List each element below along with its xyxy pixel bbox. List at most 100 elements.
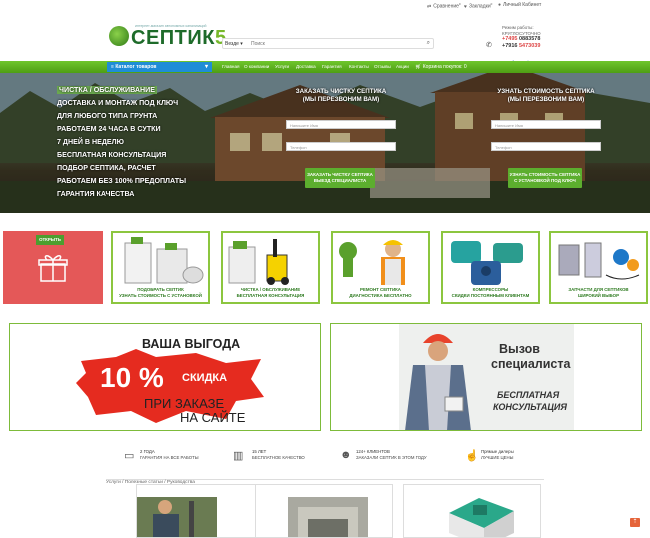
hero-feature: РАБОТАЕМ БЕЗ 100% ПРЕДОПЛАТЫ bbox=[57, 177, 187, 185]
specialist-title-1: Вызов bbox=[499, 342, 540, 356]
compare-count: 0 bbox=[458, 2, 461, 6]
search-input[interactable] bbox=[251, 40, 421, 48]
category-label: ЧИСТКА / ОБСЛУЖИВАНИЕ БЕСПЛАТНАЯ КОНСУЛЬТ… bbox=[236, 287, 305, 298]
search-bar: Везде ▾ ⌕ bbox=[222, 38, 434, 49]
order-cleaning-button[interactable]: ЗАКАЗАТЬ ЧИСТКУ СЕПТИКА ВЫЕЗД СПЕЦИАЛИСТА bbox=[305, 168, 375, 188]
nav-item-delivery[interactable]: Доставка bbox=[296, 64, 316, 69]
top-bar: ⇄ Сравнение0 ♥ Закладки0 ● Личный Кабинет bbox=[0, 0, 650, 11]
promo-line-1: ПРИ ЗАКАЗЕ bbox=[144, 396, 225, 411]
spare-parts-image bbox=[558, 242, 640, 280]
nav-item-contacts[interactable]: Контакты bbox=[349, 64, 369, 69]
specialist-sub-1: БЕСПЛАТНАЯ bbox=[497, 390, 560, 400]
compressors-image bbox=[451, 241, 523, 285]
cart-link[interactable]: 🛒︎ Корзина покупок: 0 bbox=[415, 62, 495, 72]
get-price-button[interactable]: УЗНАТЬ СТОИМОСТЬ СЕПТИКА С УСТАНОВКОЙ ПОД… bbox=[508, 168, 582, 188]
hero-feature: ПОДБОР СЕПТИКА, РАСЧЕТ bbox=[57, 164, 156, 172]
specialist-title-2: специалиста bbox=[491, 357, 571, 371]
account-link[interactable]: ● Личный Кабинет bbox=[498, 2, 541, 8]
form-subtitle: (МЫ ПЕРЕЗВОНИМ ВАМ) bbox=[507, 96, 585, 103]
discount-banner[interactable]: ВАША ВЫГОДА 10 % СКИДКА ПРИ ЗАКАЗЕ НА СА… bbox=[9, 323, 321, 431]
search-icon[interactable]: ⌕ bbox=[427, 40, 430, 47]
catalog-button[interactable]: ≡ Каталог товаров ▾ bbox=[107, 62, 212, 72]
repairman-image bbox=[339, 240, 405, 285]
globe-icon bbox=[109, 26, 129, 46]
specialist-photo bbox=[405, 334, 471, 430]
category-label: КОМПРЕССОРЫ СКИДКИ ПОСТОЯННЫМ КЛИЕНТАМ bbox=[451, 287, 530, 298]
category-tile-spare-parts[interactable]: ЗАПЧАСТИ ДЛЯ СЕПТИКОВ ШИРОКИЙ ВЫБОР bbox=[549, 231, 648, 304]
category-tile-repair[interactable]: РЕМОНТ СЕПТИКА ДИАГНОСТИКА БЕСПЛАТНО bbox=[331, 231, 430, 304]
article-image bbox=[137, 497, 217, 537]
handshake-icon: ☝ bbox=[465, 450, 479, 462]
article-card[interactable] bbox=[255, 484, 393, 538]
cleaning-order-form: ЗАКАЗАТЬ ЧИСТКУ СЕПТИКА (МЫ ПЕРЕЗВОНИМ В… bbox=[262, 75, 420, 195]
pressure-washer-image bbox=[228, 239, 289, 285]
people-icon: ☻ bbox=[340, 449, 352, 461]
cart-icon: 🛒︎ bbox=[415, 64, 423, 70]
stat-item: 15 ЛЕТ БЕСПЛАТНОЕ КАЧЕСТВО bbox=[252, 449, 305, 460]
heart-icon: ♥ bbox=[464, 3, 467, 10]
open-gift-button[interactable]: ОТКРЫТЬ bbox=[36, 235, 64, 245]
logo-wordmark: СЕПТИК5 bbox=[131, 27, 227, 49]
price-request-form: УЗНАТЬ СТОИМОСТЬ СЕПТИКА (МЫ ПЕРЕЗВОНИМ … bbox=[467, 75, 625, 195]
category-label: ЗАПЧАСТИ ДЛЯ СЕПТИКОВ ШИРОКИЙ ВЫБОР bbox=[568, 287, 629, 298]
truck-icon: ▭ bbox=[124, 450, 135, 462]
discount-percent: 10 % bbox=[100, 362, 164, 393]
favorites-count: 0 bbox=[490, 2, 493, 6]
stat-item: Прямые дилеры ЛУЧШИЕ ЦЕНЫ bbox=[481, 449, 514, 460]
hero-feature: ДЛЯ ЛЮБОГО ТИПА ГРУНТА bbox=[57, 112, 158, 120]
stat-item: 124+ КЛИЕНТОВ ЗАКАЗАЛИ СЕПТИК В ЭТОМ ГОДУ bbox=[356, 449, 427, 460]
nav-item-promotions[interactable]: Акции bbox=[396, 64, 409, 69]
logo[interactable]: интернет-магазин автономных канализаций … bbox=[109, 24, 226, 52]
stat-item: 2 ГОДА ГАРАНТИЯ НА ВСЕ РАБОТЫ bbox=[140, 449, 199, 460]
article-image bbox=[449, 498, 514, 537]
category-label: ПОДОБРАТЬ СЕПТИК УЗНАТЬ СТОИМОСТЬ С УСТАН… bbox=[119, 287, 202, 298]
article-card[interactable] bbox=[136, 484, 274, 538]
hero-feature: ДОСТАВКА И МОНТАЖ ПОД КЛЮЧ bbox=[57, 99, 179, 107]
nav-item-warranty[interactable]: Гарантия bbox=[322, 64, 342, 69]
nav-item-about[interactable]: О компании bbox=[244, 64, 269, 69]
septic-tank-image bbox=[124, 237, 204, 284]
stats-row: ▭ 2 ГОДА ГАРАНТИЯ НА ВСЕ РАБОТЫ ▥ 15 ЛЕТ Б… bbox=[0, 445, 650, 469]
name-field[interactable]: Напишите Имя bbox=[491, 120, 601, 129]
category-tile-septic[interactable]: ПОДОБРАТЬ СЕПТИК УЗНАТЬ СТОИМОСТЬ С УСТАН… bbox=[111, 231, 210, 304]
chevron-down-icon: ▾ bbox=[204, 64, 208, 70]
main-nav: ≡ Каталог товаров ▾ Главная О компании У… bbox=[0, 61, 650, 73]
nav-item-services[interactable]: Услуги bbox=[275, 64, 289, 69]
specialist-sub-2: КОНСУЛЬТАЦИЯ bbox=[493, 402, 567, 412]
category-label: РЕМОНТ СЕПТИКА ДИАГНОСТИКА БЕСПЛАТНО bbox=[349, 287, 412, 298]
search-scope-select[interactable]: Везде ▾ bbox=[225, 41, 243, 47]
category-tile-cleaning[interactable]: ЧИСТКА / ОБСЛУЖИВАНИЕ БЕСПЛАТНАЯ КОНСУЛЬТ… bbox=[221, 231, 320, 304]
phone-field[interactable]: Телефон bbox=[286, 142, 396, 151]
scroll-to-top-button[interactable]: ⇡ bbox=[630, 518, 640, 527]
content-tabs: Услуги / Полезные статьи / Руководства bbox=[106, 470, 544, 485]
hero-feature: БЕСПЛАТНАЯ КОНСУЛЬТАЦИЯ bbox=[57, 151, 167, 159]
article-card[interactable] bbox=[403, 484, 541, 538]
hero-feature: 7 ДНЕЙ В НЕДЕЛЮ bbox=[57, 138, 124, 146]
form-subtitle: (МЫ ПЕРЕЗВОНИМ ВАМ) bbox=[302, 96, 380, 103]
discount-label: СКИДКА bbox=[182, 372, 228, 384]
specialist-banner[interactable]: Вызов специалиста БЕСПЛАТНАЯ КОНСУЛЬТАЦИ… bbox=[330, 323, 642, 431]
hero-feature: РАБОТАЕМ 24 ЧАСА В СУТКИ bbox=[57, 125, 161, 133]
phone-number-2[interactable]: +7916 5473039 bbox=[502, 43, 541, 50]
article-image bbox=[288, 497, 368, 537]
form-title: УЗНАТЬ СТОИМОСТЬ СЕПТИКА bbox=[497, 88, 595, 95]
hero-banner: ЧИСТКА / ОБСЛУЖИВАНИЕ ДОСТАВКА И МОНТАЖ … bbox=[0, 73, 650, 213]
user-icon: ● bbox=[498, 2, 502, 8]
name-field[interactable]: Напишите Имя bbox=[286, 120, 396, 129]
phone-number-1[interactable]: +7495 0883578 bbox=[502, 36, 541, 43]
nav-item-home[interactable]: Главная bbox=[222, 64, 239, 69]
category-tile-compressors[interactable]: КОМПРЕССОРЫ СКИДКИ ПОСТОЯННЫМ КЛИЕНТАМ bbox=[441, 231, 540, 304]
nav-item-reviews[interactable]: Отзывы bbox=[374, 64, 391, 69]
header: интернет-магазин автономных канализаций … bbox=[0, 11, 650, 65]
promo-line-2: НА САЙТЕ bbox=[180, 410, 246, 425]
arrow-up-icon: ⇡ bbox=[632, 519, 638, 525]
compare-link[interactable]: ⇄ Сравнение0 bbox=[427, 2, 461, 10]
gift-icon bbox=[38, 255, 68, 282]
gift-tile[interactable]: ОТКРЫТЬ bbox=[3, 231, 103, 304]
compare-icon: ⇄ bbox=[427, 3, 432, 10]
factory-icon: ▥ bbox=[233, 450, 244, 462]
phone-icon: ✆ bbox=[486, 42, 492, 49]
favorites-link[interactable]: ♥ Закладки0 bbox=[464, 2, 492, 10]
form-title: ЗАКАЗАТЬ ЧИСТКУ СЕПТИКА bbox=[295, 88, 387, 95]
phone-field[interactable]: Телефон bbox=[491, 142, 601, 151]
